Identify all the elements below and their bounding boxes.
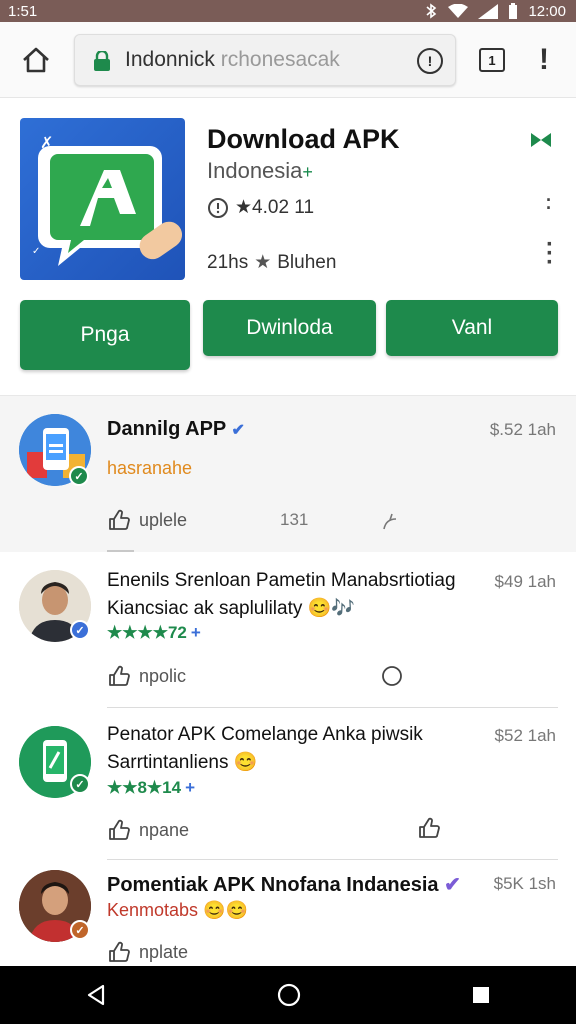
post-rating: ★★★★72 + <box>107 623 201 643</box>
url-domain: Indonnick <box>125 48 215 71</box>
tabs-button[interactable]: 1 <box>479 48 505 72</box>
thumbs-up-icon <box>109 509 130 530</box>
bluetooth-icon <box>424 3 438 19</box>
post-title: Penator APK Comelange Anka piwsik <box>107 724 423 745</box>
like-count: 131 <box>280 510 309 529</box>
meta-author: Bluhen <box>277 251 337 273</box>
status-clock: 12:00 <box>528 2 566 20</box>
signal-icon <box>478 3 499 19</box>
lock-icon <box>94 51 110 71</box>
status-time: 1:51 <box>8 2 38 20</box>
post-author: Dannilg APP ✔ <box>107 418 245 441</box>
star-icon: ★ <box>254 252 272 273</box>
view-button[interactable]: Vanl <box>386 300 558 356</box>
like-button[interactable]: nplate <box>107 940 188 964</box>
verified-badge-icon: ✓ <box>70 774 90 794</box>
more-options-button[interactable]: · · · <box>546 233 554 275</box>
star-rating: ★★★★72 <box>107 623 187 642</box>
like-button[interactable]: npane <box>107 818 189 842</box>
recents-icon[interactable] <box>471 985 491 1005</box>
post-time: $49 1ah <box>494 572 556 591</box>
post-time: $5K 1sh <box>493 874 556 893</box>
post-time: $.52 1ah <box>489 420 556 439</box>
star-rating: ★★8★14 <box>107 778 182 797</box>
like-label: uplele <box>139 509 188 530</box>
system-nav-bar <box>0 966 576 1024</box>
wifi-icon <box>448 4 469 18</box>
add-icon: + <box>190 623 201 642</box>
back-icon[interactable] <box>85 984 107 1006</box>
like-label: npane <box>139 819 190 840</box>
meta-row: 21hs ★ Bluhen <box>207 251 336 274</box>
app-region: Indonesia <box>207 158 303 183</box>
post-author-name: Dannilg APP <box>107 418 226 440</box>
feed-post[interactable]: ✓ Dannilg APP ✔ $.52 1ah hasranahe uplel… <box>0 396 576 552</box>
verified-badge-icon: ✓ <box>70 620 90 640</box>
bookmark-icon[interactable] <box>530 132 552 148</box>
status-icons: 12:00 <box>424 3 566 20</box>
like-button[interactable]: uplele <box>107 508 187 532</box>
post-rating: ★★8★14 + <box>107 778 195 798</box>
share-icon[interactable] <box>380 509 404 533</box>
thumbs-up-icon <box>109 941 130 962</box>
address-bar[interactable]: Indonnick rchonesacak ! <box>74 34 456 86</box>
info-icon: ! <box>427 53 433 69</box>
more-options-small-button[interactable]: · · <box>546 191 552 217</box>
add-icon: + <box>185 778 196 797</box>
verified-check-icon: ✔ <box>231 422 245 439</box>
comment-circle-icon[interactable] <box>380 664 404 688</box>
info-circle-icon <box>208 197 228 218</box>
thumbs-up-icon <box>109 819 130 840</box>
rating-row: ★4.02 11 <box>207 196 314 219</box>
tab-count: 1 <box>488 52 496 68</box>
post-text: Sarrtintanliens 😊 <box>107 752 258 773</box>
overflow-menu-button[interactable]: ! <box>534 43 554 76</box>
chat-bubble-logo-icon: ✗ ✓ <box>32 133 183 266</box>
post-text: Kiancsiac ak saplulilaty 😊🎶 <box>107 598 355 619</box>
feed-post[interactable]: ✓ Enenils Srenloan Pametin Manabsrtiotia… <box>0 552 576 708</box>
post-title: Enenils Srenloan Pametin Manabsrtiotiag <box>107 570 456 591</box>
post-subtitle: hasranahe <box>107 458 193 478</box>
svg-text:✓: ✓ <box>32 246 40 257</box>
meta-time: 21hs <box>207 251 249 273</box>
primary-action-button[interactable]: Pnga <box>20 300 190 370</box>
post-time: $52 1ah <box>494 726 556 745</box>
home-circle-icon[interactable] <box>277 983 301 1007</box>
app-title: Download APK <box>207 124 400 154</box>
verified-badge-icon: ✓ <box>69 466 89 486</box>
url-path: rchonesacak <box>214 48 340 71</box>
browser-toolbar: Indonnick rchonesacak ! 1 ! <box>0 22 576 98</box>
post-author: Pomentiak APK Nnofana Indanesia ✔ <box>107 872 461 897</box>
url-text: Indonnick rchonesacak <box>125 48 340 72</box>
page-info-button[interactable]: ! <box>417 48 443 74</box>
status-bar: 1:51 12:00 <box>0 0 576 22</box>
app-developer: Indonesia+ <box>207 158 313 184</box>
like-button[interactable]: npolic <box>107 664 186 688</box>
like-label: nplate <box>139 941 189 962</box>
like-label: npolic <box>139 665 187 686</box>
verified-check-icon: ✔ <box>444 874 461 896</box>
app-icon[interactable]: ✗ ✓ <box>20 118 185 280</box>
battery-icon <box>508 3 518 19</box>
thumbs-up-outline-icon[interactable] <box>417 816 441 840</box>
plus-icon: + <box>302 162 313 182</box>
home-button[interactable] <box>18 42 54 78</box>
feed-post[interactable]: ✓ Penator APK Comelange Anka piwsik Sarr… <box>0 708 576 860</box>
rating-text: ★4.02 11 <box>235 197 315 218</box>
app-card: ✗ ✓ Download APK Indonesia+ ★4.02 11 · · … <box>0 98 576 396</box>
exclamation-icon: ! <box>539 43 549 76</box>
feed-post[interactable]: ✓ Pomentiak APK Nnofana Indanesia ✔ $5K … <box>0 860 576 968</box>
thumbs-up-icon <box>109 665 130 686</box>
post-author-name: Pomentiak APK Nnofana Indanesia <box>107 874 439 896</box>
home-icon <box>23 47 49 73</box>
post-subtitle: Kenmotabs 😊😊 <box>107 900 248 920</box>
download-button[interactable]: Dwinloda <box>203 300 376 356</box>
verified-badge-icon: ✓ <box>70 920 90 940</box>
